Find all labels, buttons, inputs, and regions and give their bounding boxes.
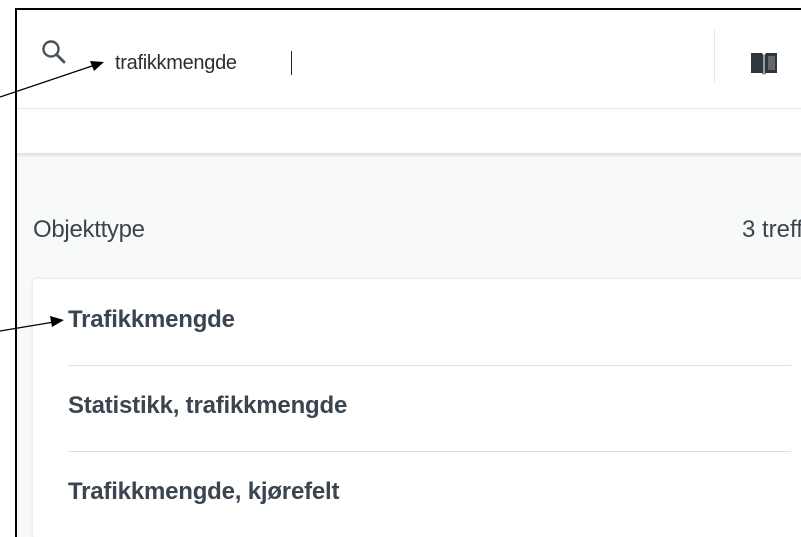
book-icon[interactable]: [749, 48, 779, 78]
annotation-arrow: [0, 61, 104, 98]
list-item-label: Trafikkmengde: [68, 306, 235, 333]
section-title: Objekttype: [33, 216, 145, 243]
list-item[interactable]: Statistikk, trafikkmengde: [33, 365, 801, 450]
results-list: Trafikkmengde Statistikk, trafikkmengde …: [33, 279, 801, 537]
search-panel: Objekttype 3 treff Trafikkmengde Statist…: [15, 8, 801, 537]
list-item[interactable]: Trafikkmengde, kjørefelt: [33, 451, 801, 536]
toolbar-divider: [714, 30, 715, 82]
result-count: 3 treff: [742, 216, 801, 243]
section-divider: [17, 153, 801, 157]
list-item[interactable]: Trafikkmengde: [33, 279, 801, 364]
search-input[interactable]: [115, 50, 675, 76]
list-item-label: Trafikkmengde, kjørefelt: [68, 478, 340, 505]
text-cursor: [291, 51, 292, 75]
toolbar-spacer: [17, 109, 801, 153]
list-item-label: Statistikk, trafikkmengde: [68, 392, 348, 419]
search-bar: [17, 10, 801, 109]
annotation-arrow: [0, 316, 64, 332]
